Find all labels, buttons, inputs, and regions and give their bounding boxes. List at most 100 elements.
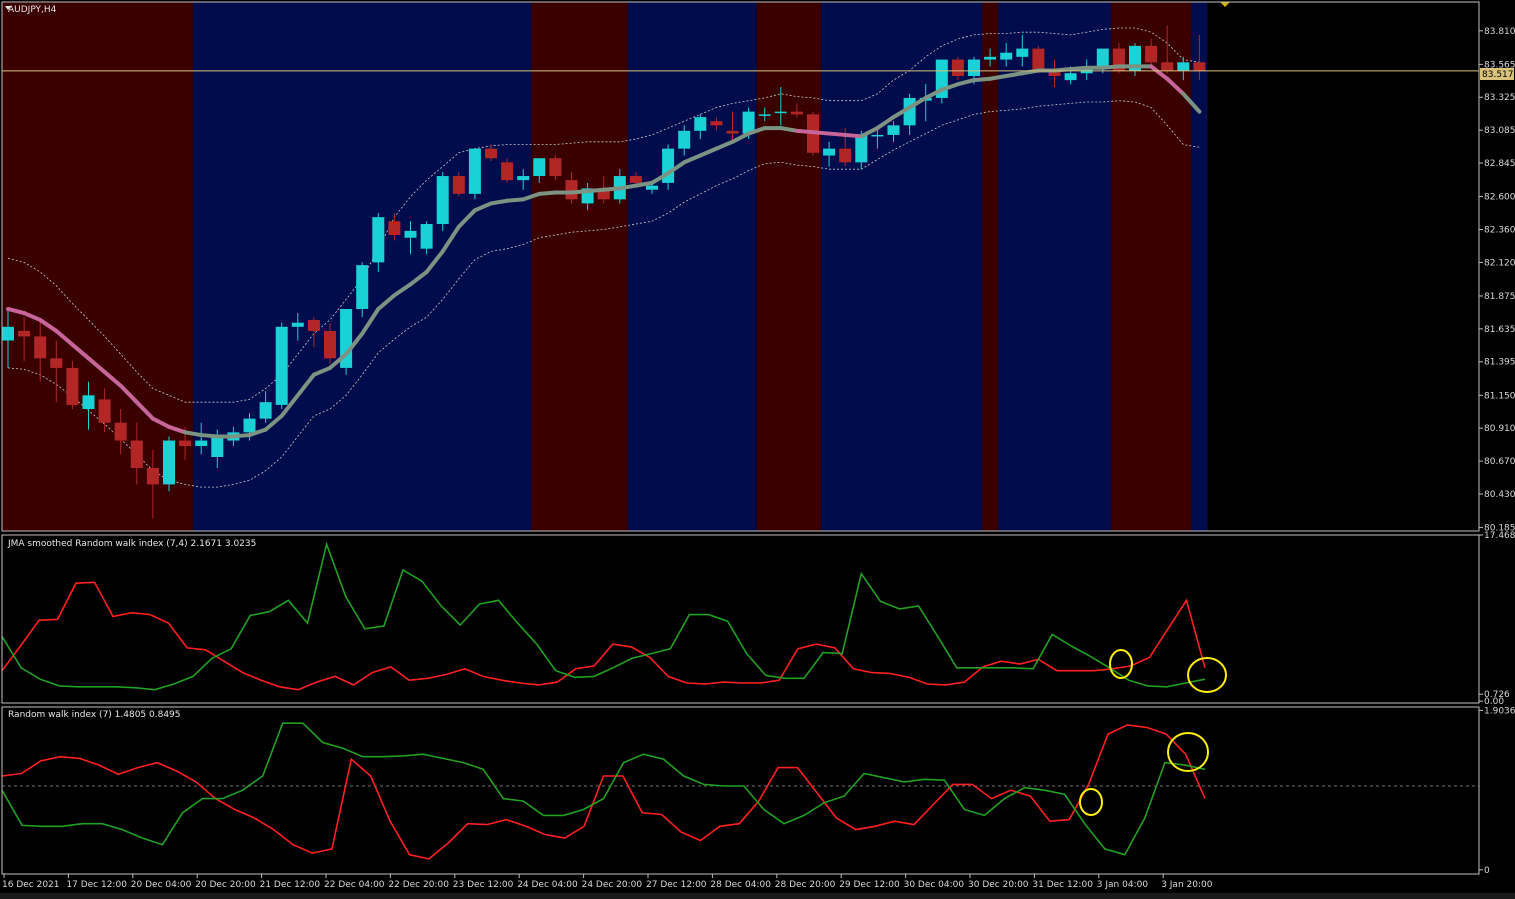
bullish-candle[interactable]	[1000, 52, 1013, 60]
bearish-candle[interactable]	[1161, 62, 1174, 71]
bullish-candle[interactable]	[1096, 48, 1109, 67]
x-tick-label: 29 Dec 12:00	[839, 880, 900, 890]
bearish-candle[interactable]	[114, 422, 127, 441]
bearish-candle[interactable]	[549, 158, 562, 177]
bearish-candle[interactable]	[452, 176, 465, 194]
bullish-candle[interactable]	[243, 418, 256, 433]
y-tick-label: 82.360	[1484, 225, 1515, 235]
bullish-candle[interactable]	[1177, 62, 1190, 71]
moving-average-segment	[811, 130, 832, 136]
bearish-candle[interactable]	[1193, 62, 1206, 71]
bullish-candle[interactable]	[774, 111, 787, 114]
bullish-candle[interactable]	[82, 395, 95, 410]
x-tick-label: 22 Dec 04:00	[324, 880, 385, 890]
y-tick-label: 0	[1484, 866, 1490, 876]
bullish-candle[interactable]	[291, 322, 304, 327]
moving-average-segment	[601, 186, 622, 192]
bearish-candle[interactable]	[1145, 45, 1158, 63]
bullish-candle[interactable]	[436, 176, 449, 225]
x-tick-label: 30 Dec 20:00	[968, 880, 1029, 890]
y-tick-label: 80.910	[1484, 424, 1515, 434]
bullish-candle[interactable]	[356, 265, 369, 309]
bearish-candle[interactable]	[1032, 48, 1045, 71]
bullish-candle[interactable]	[855, 134, 868, 163]
bullish-candle[interactable]	[1016, 48, 1029, 57]
moving-average-segment	[778, 126, 799, 133]
bullish-candle[interactable]	[871, 134, 884, 137]
bullish-candle[interactable]	[259, 402, 272, 419]
x-tick-label: 31 Dec 12:00	[1032, 880, 1093, 890]
bearish-candle[interactable]	[98, 399, 111, 423]
bearish-candle[interactable]	[130, 440, 143, 468]
bearish-candle[interactable]	[726, 130, 739, 134]
bullish-candle[interactable]	[211, 436, 224, 457]
regime-band-up	[627, 2, 757, 531]
bearish-candle[interactable]	[710, 121, 723, 126]
bearish-candle[interactable]	[790, 111, 803, 115]
bearish-candle[interactable]	[50, 358, 63, 368]
x-tick-label: 24 Dec 20:00	[582, 880, 643, 890]
moving-average-segment	[1068, 65, 1089, 72]
bearish-candle[interactable]	[388, 221, 401, 235]
moving-average-segment	[537, 190, 558, 196]
bullish-candle[interactable]	[275, 326, 288, 405]
x-tick-label: 16 Dec 2021	[2, 880, 60, 890]
jma-rwi-title: JMA smoothed Random walk index (7,4) 2.1…	[7, 539, 256, 549]
bullish-candle[interactable]	[420, 224, 433, 249]
moving-average-segment	[231, 433, 252, 439]
bullish-candle[interactable]	[533, 158, 546, 177]
bullish-candle[interactable]	[968, 59, 980, 77]
y-tick-label: 80.670	[1484, 457, 1515, 467]
bullish-candle[interactable]	[163, 440, 175, 485]
bullish-candle[interactable]	[678, 130, 691, 149]
moving-average-segment	[988, 74, 1009, 81]
y-tick-label: 83.325	[1484, 93, 1515, 103]
moving-average-segment	[794, 128, 815, 135]
y-tick-label: 17.4686	[1484, 531, 1515, 541]
bullish-candle[interactable]	[517, 176, 530, 181]
bearish-candle[interactable]	[324, 330, 336, 359]
bullish-candle[interactable]	[646, 185, 658, 190]
bearish-candle[interactable]	[951, 59, 964, 77]
bullish-candle[interactable]	[195, 440, 208, 447]
moving-average-segment	[827, 131, 848, 137]
trading-chart: AUDJPY,H4 JMA smoothed Random walk index…	[0, 0, 1515, 899]
rwi-title: Random walk index (7) 1.4805 0.8495	[8, 710, 181, 720]
moving-average-segment	[972, 76, 993, 83]
bullish-candle[interactable]	[823, 148, 836, 156]
x-tick-label: 28 Dec 20:00	[775, 880, 836, 890]
bullish-candle[interactable]	[372, 217, 385, 263]
bullish-candle[interactable]	[1064, 73, 1077, 81]
y-tick-label: 83.085	[1484, 126, 1515, 136]
bearish-candle[interactable]	[307, 319, 320, 331]
bearish-candle[interactable]	[18, 330, 31, 337]
bullish-candle[interactable]	[758, 114, 771, 116]
bullish-candle[interactable]	[468, 148, 481, 194]
y-tick-label: 81.875	[1484, 292, 1515, 302]
moving-average-segment	[633, 180, 654, 188]
bearish-candle[interactable]	[629, 176, 642, 183]
bullish-candle[interactable]	[887, 125, 900, 135]
bullish-candle[interactable]	[2, 326, 14, 341]
bearish-candle[interactable]	[839, 148, 852, 163]
bearish-candle[interactable]	[146, 467, 159, 485]
bearish-candle[interactable]	[34, 336, 47, 359]
regime-band-up	[821, 2, 983, 531]
bearish-candle[interactable]	[66, 367, 79, 405]
regime-band-down	[982, 2, 999, 531]
bullish-candle[interactable]	[984, 56, 997, 60]
bullish-candle[interactable]	[404, 230, 417, 238]
bearish-candle[interactable]	[565, 180, 578, 200]
bullish-candle[interactable]	[694, 117, 707, 131]
current-price-label: 83.517	[1482, 70, 1514, 80]
x-tick-label: 21 Dec 12:00	[260, 880, 321, 890]
moving-average-segment	[1100, 64, 1121, 70]
moving-average-segment	[1052, 67, 1073, 73]
y-tick-label: 82.600	[1484, 193, 1515, 203]
moving-average-segment	[843, 132, 864, 139]
bearish-candle[interactable]	[179, 440, 192, 447]
bearish-candle[interactable]	[501, 162, 514, 181]
bearish-candle[interactable]	[485, 148, 497, 159]
horizontal-scrollbar[interactable]	[0, 893, 1515, 899]
moving-average-segment	[505, 197, 526, 203]
